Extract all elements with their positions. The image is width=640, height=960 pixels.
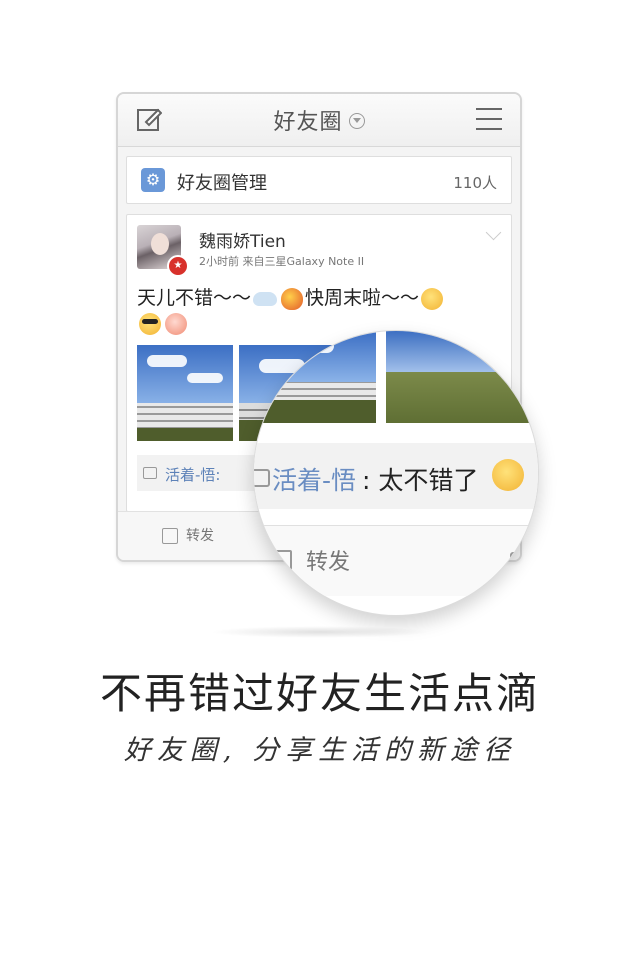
forward-icon [272, 550, 292, 570]
post-photo[interactable] [137, 345, 233, 441]
zoomed-action-bar: 转发 [254, 525, 538, 596]
cloud-emoji-icon [253, 291, 278, 306]
circle-management-row[interactable]: ⚙ 好友圈管理 110人 [126, 156, 512, 204]
gear-icon: ⚙ [141, 168, 165, 192]
zoomed-forward-label: 转发 [306, 550, 351, 575]
menu-icon[interactable] [476, 108, 502, 130]
post-meta: 2小时前 来自三星Galaxy Note II [199, 255, 365, 268]
zoomed-photo [386, 331, 538, 423]
card-shadow [210, 626, 430, 638]
pig-emoji-icon [165, 313, 187, 335]
zoomed-commenter-name: 活着-悟 [272, 466, 357, 495]
zoomed-comment: 活着-悟 : 太不错了 [254, 443, 538, 509]
kiss-emoji-icon [492, 459, 524, 491]
post-text: 天儿不错～～ 快周末啦～～ [137, 283, 445, 310]
balloon-emoji-icon [281, 287, 304, 310]
emoji-row [137, 313, 189, 335]
forward-icon[interactable] [162, 528, 178, 544]
post-text-part1: 天儿不错～～ [137, 287, 252, 309]
comment-icon [510, 552, 530, 570]
commenter-name[interactable]: 活着-悟: [165, 464, 220, 485]
post-text-part2: 快周末啦～～ [305, 287, 420, 309]
member-count: 110人 [453, 174, 497, 192]
poster-name[interactable]: 魏雨娇Tien [199, 227, 286, 252]
shy-face-emoji-icon [421, 287, 444, 310]
management-label: 好友圈管理 [177, 173, 267, 194]
zoomed-photo [254, 331, 376, 423]
top-navigation-bar: 好友圈 [118, 94, 520, 147]
badge-icon: ★ [167, 255, 189, 277]
forward-button[interactable]: 转发 [186, 525, 214, 545]
page-title[interactable]: 好友圈 [118, 104, 520, 136]
comment-icon [143, 467, 157, 479]
title-text: 好友圈 [273, 110, 343, 135]
magnifier-lens: 活着-悟 : 太不错了 转发 [253, 330, 539, 616]
promo-headline: 不再错过好友生活点滴 [99, 669, 540, 718]
comment-icon [254, 469, 270, 487]
chevron-down-icon[interactable] [485, 224, 502, 241]
promo-subline: 好友圈, 分享生活的新途径 [123, 735, 517, 766]
zoomed-comment-text: : 太不错了 [362, 466, 479, 495]
sunglasses-emoji-icon [139, 313, 161, 335]
dropdown-icon [348, 113, 365, 129]
